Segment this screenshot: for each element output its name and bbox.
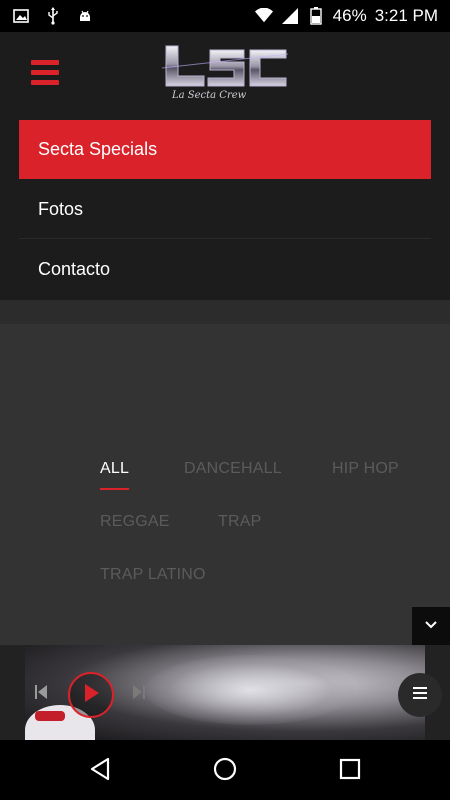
back-triangle-icon bbox=[89, 757, 111, 786]
home-circle-icon bbox=[213, 757, 237, 786]
recents-square-icon bbox=[339, 758, 361, 785]
clock: 3:21 PM bbox=[374, 6, 438, 25]
menu-item-fotos[interactable]: Fotos bbox=[19, 180, 431, 239]
nav-menu: Secta Specials Fotos Contacto bbox=[0, 120, 450, 300]
app-header: La Secta Crew bbox=[0, 32, 450, 120]
chevron-down-icon bbox=[424, 617, 438, 635]
filter-all[interactable]: ALL bbox=[100, 460, 129, 478]
filter-reggae[interactable]: REGGAE bbox=[100, 513, 170, 531]
back-button[interactable] bbox=[85, 756, 115, 786]
home-button[interactable] bbox=[210, 756, 240, 786]
filter-trap[interactable]: TRAP bbox=[218, 513, 261, 531]
skip-next-icon bbox=[132, 684, 146, 705]
battery-icon bbox=[307, 7, 325, 25]
genre-filter-section: ALL DANCEHALL HIP HOP REGGAE TRAP TRAP L… bbox=[0, 324, 450, 645]
usb-icon bbox=[44, 7, 62, 25]
status-bar: 46% 3:21 PM bbox=[0, 0, 450, 32]
menu-item-label: Contacto bbox=[38, 259, 111, 279]
image-icon bbox=[12, 7, 30, 25]
filter-trap-latino[interactable]: TRAP LATINO bbox=[100, 566, 206, 584]
menu-item-label: Fotos bbox=[38, 198, 84, 219]
android-icon bbox=[76, 7, 94, 25]
filter-hip-hop[interactable]: HIP HOP bbox=[332, 460, 399, 478]
filter-dancehall[interactable]: DANCEHALL bbox=[184, 460, 282, 478]
play-icon bbox=[82, 683, 100, 708]
battery-percent: 46% bbox=[332, 6, 367, 25]
menu-item-secta-specials[interactable]: Secta Specials bbox=[19, 120, 431, 179]
active-filter-underline bbox=[100, 488, 129, 490]
next-button[interactable] bbox=[130, 684, 148, 705]
system-nav-bar bbox=[0, 740, 450, 800]
wifi-icon bbox=[254, 7, 273, 25]
menu-item-label: Secta Specials bbox=[38, 139, 158, 159]
skip-previous-icon bbox=[34, 684, 48, 705]
previous-button[interactable] bbox=[32, 684, 50, 705]
collapse-button[interactable] bbox=[412, 607, 450, 645]
play-button[interactable] bbox=[68, 672, 114, 718]
logo-subtitle: La Secta Crew bbox=[172, 90, 247, 101]
music-player bbox=[0, 645, 450, 740]
section-divider bbox=[0, 300, 450, 324]
menu-item-contacto[interactable]: Contacto bbox=[19, 240, 431, 299]
signal-icon bbox=[281, 7, 299, 25]
recents-button[interactable] bbox=[335, 756, 365, 786]
playlist-button[interactable] bbox=[398, 673, 442, 717]
list-icon bbox=[413, 686, 427, 704]
hamburger-menu-button[interactable] bbox=[31, 60, 59, 86]
